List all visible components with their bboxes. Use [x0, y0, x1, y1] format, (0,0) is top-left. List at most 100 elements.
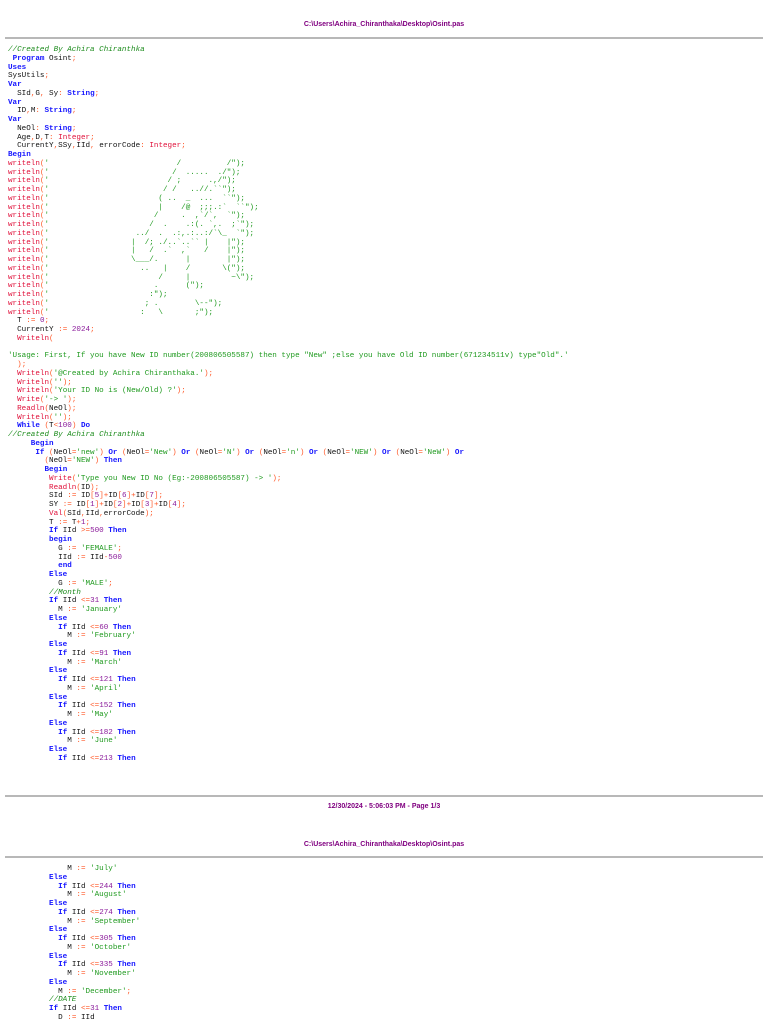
code-line: Uses: [8, 63, 27, 72]
code-line: D := IId: [58, 1013, 95, 1022]
code-line: Else: [49, 693, 68, 702]
code-line: writeln(' ( .. _ ... ``");: [8, 194, 245, 203]
code-line: Var: [8, 116, 22, 124]
code-line: writeln(' / ..... ./");: [8, 168, 241, 177]
code-line: writeln(' ; . \--");: [8, 299, 223, 308]
code-line: writeln(' / ; .,/");: [8, 177, 236, 186]
code-line: (NeOl='NEW') Then: [44, 457, 122, 466]
code-line: Write('Type you New ID No (Eg:-200806505…: [49, 474, 282, 483]
code-line: G := 'MALE';: [58, 579, 113, 588]
code-line: CurrentY := 2024;: [17, 326, 95, 334]
code-line: Writeln('Your ID No is (New/Old) ?');: [17, 387, 186, 396]
code-line: M := 'August': [67, 891, 127, 900]
code-line: If IId <=305 Then: [58, 935, 136, 943]
page1-code-listing: //Created By Achira Chiranthka Program O…: [8, 46, 569, 764]
code-line: end: [58, 562, 72, 571]
code-line: M := 'June': [67, 737, 118, 746]
code-line: Else: [49, 952, 68, 961]
code-line: T := T+1;: [49, 518, 91, 527]
code-line: If IId <=274 Then: [58, 908, 136, 917]
code-line: writeln(' .. | / \(");: [8, 264, 245, 273]
code-line: Else: [49, 719, 68, 728]
code-line: Writeln('');: [17, 378, 72, 387]
code-line: M := 'November': [67, 970, 136, 978]
code-line: writeln(' | /; ./..`..`` | |");: [8, 238, 245, 247]
page1-footer-divider: [5, 795, 763, 797]
page1-header-divider: [5, 37, 763, 39]
code-line: writeln(' \___/. | |");: [8, 256, 245, 264]
code-line: writeln(' ../ . .:,.:..:/`\_ `");: [8, 229, 255, 238]
code-line: writeln(' : \ ;");: [8, 308, 214, 317]
code-line: M := 'September': [67, 917, 141, 926]
code-line: M := 'February': [67, 632, 136, 641]
code-line: writeln(' / | ~\");: [8, 273, 255, 282]
code-line: NeOl: String;: [17, 124, 77, 133]
code-line: SysUtils;: [8, 72, 50, 81]
code-line: writeln(' | /@ ;;;.:` ``");: [8, 203, 259, 212]
code-line: If IId <=91 Then: [58, 649, 132, 658]
code-line: If IId <=31 Then: [49, 597, 122, 606]
code-line: Writeln('@Created by Achira Chiranthaka.…: [17, 369, 214, 378]
code-line: Val(SId,IId,errorCode);: [49, 509, 154, 518]
code-line: //Month: [49, 588, 81, 597]
code-line: Else: [49, 571, 68, 579]
code-line: If IId <=335 Then: [58, 961, 136, 970]
code-line: If IId <=244 Then: [58, 882, 136, 891]
code-line: SY := ID[1]+ID[2]+ID[3]+ID[4];: [49, 501, 186, 509]
code-line: Begin: [44, 466, 68, 474]
code-line: //Created By Achira Chiranthka: [8, 46, 145, 54]
code-line: Else: [49, 614, 68, 623]
code-line: Else: [49, 746, 68, 754]
code-line: M := 'December';: [58, 987, 132, 996]
code-line: IId := IId-500: [58, 553, 122, 562]
page1-footer: 12/30/2024 - 5:06:03 PM - Page 1/3: [327, 803, 441, 810]
code-line: G := 'FEMALE';: [58, 544, 122, 553]
code-line: Var: [8, 98, 22, 107]
code-line: begin: [49, 536, 72, 544]
code-line: M := 'January': [58, 606, 122, 614]
code-line: Else: [49, 926, 68, 935]
code-line: Writeln('');: [17, 413, 72, 422]
code-line: SId := ID[5]+ID[6]+ID[7];: [49, 492, 164, 501]
code-line: CurrentY,SSy,IId, errorCode: Integer;: [17, 142, 186, 151]
code-line: If IId <=213 Then: [58, 754, 136, 763]
code-line: T := 0;: [17, 317, 50, 326]
code-line: Write('-> ');: [17, 396, 77, 404]
code-line: writeln(' . (");: [8, 282, 204, 291]
code-line: If IId <=60 Then: [58, 623, 132, 632]
code-line: Begin: [30, 439, 54, 448]
code-line: If IId <=121 Then: [58, 676, 136, 684]
code-line: );: [17, 361, 27, 369]
code-line: Begin: [8, 151, 31, 159]
code-line: If IId >=500 Then: [49, 527, 127, 536]
code-line: Writeln(: [17, 334, 54, 343]
code-line: Readln(NeOl);: [17, 404, 77, 413]
code-line: If IId <=152 Then: [58, 702, 136, 711]
code-line: M := 'October': [67, 943, 132, 952]
code-line: Else: [49, 900, 68, 908]
page2-code-listing: M := 'July' Else If IId <=244 Then M := …: [8, 865, 140, 1023]
code-line: SId,G, Sy: String;: [17, 89, 100, 98]
code-line: writeln(' | / .` ,` / |");: [8, 247, 245, 256]
code-line: M := 'March': [67, 658, 122, 667]
code-line: Readln(ID);: [49, 483, 100, 492]
code-line: M := 'July': [67, 865, 118, 873]
page1-header-path: C:\Users\Achira_Chiranthaka\Desktop\Osin…: [303, 21, 465, 28]
code-line: Else: [49, 667, 68, 676]
code-line: Program Osint;: [12, 54, 77, 63]
code-line: writeln(' :");: [8, 291, 168, 299]
code-line: writeln(' / . .:(. `,. ;`");: [8, 221, 255, 229]
code-line: If (NeOl='new') Or (NeOl='New') Or (NeOl…: [35, 448, 465, 457]
page2-header-divider: [5, 856, 763, 858]
code-line: Else: [49, 978, 68, 987]
code-line: Var: [8, 81, 22, 89]
code-line: M := 'May': [67, 711, 113, 719]
code-line: writeln(' / . ,`/`, `");: [8, 212, 245, 221]
code-line: 'Usage: First, If you have New ID number…: [8, 352, 569, 361]
code-line: //Created By Achira Chiranthka: [8, 431, 145, 439]
code-line: Else: [49, 873, 68, 882]
page2-header-path: C:\Users\Achira_Chiranthaka\Desktop\Osin…: [303, 841, 465, 848]
code-line: If IId <=182 Then: [58, 728, 136, 737]
code-line: //DATE: [49, 996, 77, 1005]
